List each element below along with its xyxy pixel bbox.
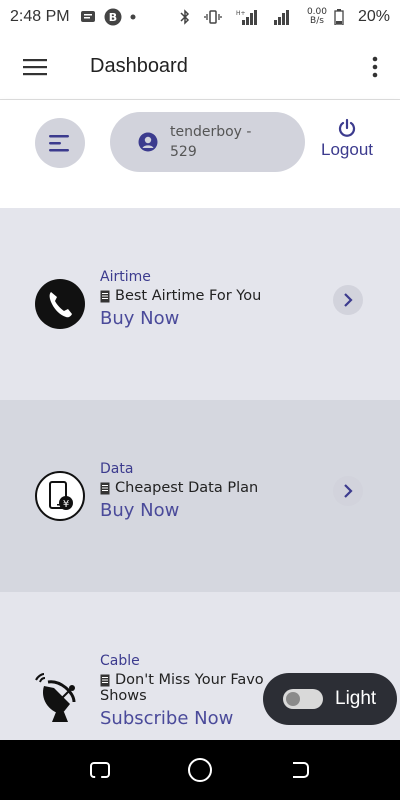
document-icon bbox=[100, 290, 110, 303]
user-profile-pill[interactable]: tenderboy - 529 bbox=[110, 112, 305, 172]
overflow-menu-button[interactable] bbox=[350, 34, 400, 100]
service-description: Cheapest Data Plan bbox=[115, 480, 259, 496]
hamburger-icon bbox=[23, 58, 47, 75]
service-airtime[interactable]: Airtime Best Airtime For You Buy Now bbox=[0, 208, 400, 400]
network-speed-unit: B/s bbox=[310, 16, 324, 26]
vibrate-icon bbox=[204, 10, 222, 24]
subscribe-now-link[interactable]: Subscribe Now bbox=[100, 708, 264, 729]
recents-button[interactable] bbox=[80, 750, 120, 790]
service-category: Data bbox=[100, 461, 134, 477]
satellite-dish-icon bbox=[34, 672, 86, 724]
buy-now-link[interactable]: Buy Now bbox=[100, 308, 261, 329]
document-icon bbox=[100, 674, 110, 687]
user-card: tenderboy - 529 Logout bbox=[0, 100, 400, 208]
drawer-toggle-button[interactable] bbox=[35, 118, 85, 168]
battery-icon bbox=[334, 9, 344, 25]
service-description-line2: Shows bbox=[100, 688, 147, 704]
svg-text:H+: H+ bbox=[236, 10, 246, 17]
battery-percent: 20% bbox=[357, 8, 390, 25]
recents-icon bbox=[90, 762, 110, 778]
signal-icon-1: H+ bbox=[236, 9, 258, 25]
service-description: Best Airtime For You bbox=[115, 288, 262, 304]
service-description: Don't Miss Your Favo bbox=[115, 672, 264, 688]
chevron-right-icon bbox=[344, 484, 353, 498]
chevron-right-button[interactable] bbox=[333, 476, 363, 506]
back-icon bbox=[293, 762, 309, 778]
message-icon bbox=[80, 10, 96, 24]
username-label: tenderboy - 529 bbox=[170, 124, 252, 160]
home-button[interactable] bbox=[180, 750, 220, 790]
user-avatar-icon bbox=[138, 132, 158, 152]
logout-button[interactable]: Logout bbox=[316, 118, 378, 160]
bitcoin-icon: B bbox=[104, 8, 122, 26]
mobile-data-icon: ¥ bbox=[34, 470, 86, 522]
align-left-icon bbox=[49, 135, 69, 152]
more-vert-icon bbox=[372, 56, 378, 77]
app-bar: Dashboard bbox=[0, 34, 400, 100]
service-category: Airtime bbox=[100, 269, 151, 285]
power-icon bbox=[338, 118, 356, 137]
service-data[interactable]: ¥ Data Cheapest Data Plan Buy Now bbox=[0, 400, 400, 592]
svg-text:¥: ¥ bbox=[63, 499, 69, 510]
logout-label: Logout bbox=[321, 140, 373, 159]
bluetooth-icon bbox=[180, 9, 190, 25]
signal-icon-2 bbox=[272, 9, 292, 25]
status-bar: 2:48 PM B H+ 0.00 B/s 20% bbox=[0, 0, 400, 34]
network-speed: 0.00 B/s bbox=[306, 8, 328, 26]
theme-toggle[interactable]: Light bbox=[263, 673, 397, 725]
hamburger-menu-button[interactable] bbox=[0, 34, 70, 100]
theme-switch[interactable] bbox=[283, 689, 323, 709]
theme-label: Light bbox=[335, 688, 377, 709]
status-time: 2:48 PM bbox=[10, 8, 70, 25]
system-nav-bar bbox=[0, 740, 400, 800]
page-title: Dashboard bbox=[90, 55, 188, 77]
home-circle-icon bbox=[188, 758, 212, 782]
chevron-right-button[interactable] bbox=[333, 285, 363, 315]
phone-icon bbox=[34, 278, 86, 330]
back-button[interactable] bbox=[280, 750, 320, 790]
switch-knob bbox=[286, 692, 300, 706]
service-category: Cable bbox=[100, 653, 140, 669]
svg-text:B: B bbox=[108, 11, 116, 24]
notification-dot-icon bbox=[130, 14, 136, 20]
document-icon bbox=[100, 482, 110, 495]
buy-now-link[interactable]: Buy Now bbox=[100, 500, 258, 521]
chevron-right-icon bbox=[344, 293, 353, 307]
